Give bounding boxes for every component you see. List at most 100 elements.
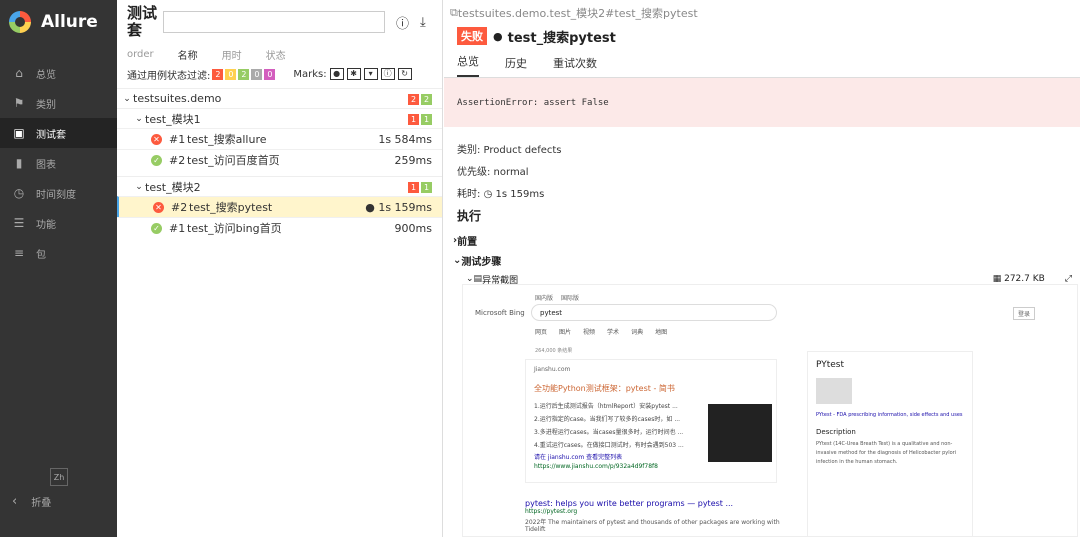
setup-section[interactable]: › 前置	[444, 230, 1080, 250]
duration-value: 1s 159ms	[495, 189, 545, 200]
passed-count: 1	[421, 182, 432, 193]
bing-nav-item: 学术	[607, 329, 620, 336]
case-name: test_访问百度首页	[187, 154, 280, 167]
filter-failed-toggle[interactable]: 2	[212, 68, 224, 80]
sidebar-item-overview[interactable]: ⌂ 总览	[0, 58, 117, 88]
bing-result-count: 264,000 条结果	[535, 348, 573, 354]
bing-region-tabs: 国内版 国际版	[535, 293, 587, 302]
sidebar-item-graphs[interactable]: ▮ 图表	[0, 148, 117, 178]
collapse-button[interactable]: ‹ 折叠	[12, 494, 51, 509]
sidebar-item-label: 总览	[36, 69, 56, 81]
sidebar-item-behaviors[interactable]: ☰ 功能	[0, 208, 117, 238]
bomb-icon: ●	[365, 200, 379, 214]
result-lines: 1.运行后生成测试报告（htmlReport）安装pytest ... 2.运行…	[534, 400, 704, 452]
retries-icon[interactable]: ↻	[397, 68, 412, 80]
tab-overview[interactable]: 总览	[457, 53, 479, 77]
result-line: 4.重试运行cases。在做接口测试时，有时会遇到503 ...	[534, 442, 684, 449]
copy-icon[interactable]: ⧉	[450, 6, 458, 20]
sidebar: Allure ⌂ 总览 ⚑ 类别 ▣ 测试套 ▮ 图表 ◷ 时间刻度 ☰ 功能 ≡ 包 Zh …	[0, 0, 117, 537]
case-number: #1	[169, 221, 186, 235]
test-case-row[interactable]: ✓ #2 test_访问百度首页 259ms	[117, 149, 442, 170]
sort-duration[interactable]: 用时	[222, 47, 242, 62]
suite-group[interactable]: ⌄ test_模块1 11	[117, 108, 442, 128]
search-input[interactable]	[163, 11, 385, 33]
info-icon[interactable]: ⓘ	[396, 13, 409, 32]
flag-icon: ⚑	[13, 96, 25, 110]
suites-header: 测试套 ⓘ ⤓	[117, 0, 442, 44]
test-case-row[interactable]: ✓ #1 test_访问bing首页 900ms	[117, 217, 442, 238]
new-failed-icon[interactable]: ▾	[363, 68, 378, 80]
language-button[interactable]: Zh	[50, 468, 68, 486]
bomb-icon[interactable]: ●	[329, 68, 344, 80]
suites-panel: 测试套 ⓘ ⤓ order 名称 用时 状态 通过用例状态过滤: 2 0 2 0…	[117, 0, 443, 537]
sidebar-item-packages[interactable]: ≡ 包	[0, 238, 117, 268]
allure-report: Allure ⌂ 总览 ⚑ 类别 ▣ 测试套 ▮ 图表 ◷ 时间刻度 ☰ 功能 ≡ 包 Zh …	[0, 0, 1080, 537]
filter-skipped-toggle[interactable]: 0	[251, 68, 263, 80]
flaky-icon[interactable]: ✱	[346, 68, 361, 80]
case-duration-value: 1s 159ms	[378, 200, 432, 214]
sidebar-item-categories[interactable]: ⚑ 类别	[0, 88, 117, 118]
tab-retries[interactable]: 重试次数	[553, 55, 597, 77]
sort-order[interactable]: order	[127, 49, 154, 60]
new-passed-icon[interactable]: ⓘ	[380, 68, 395, 80]
passed-count: 1	[421, 114, 432, 125]
suite-root[interactable]: ⌄ testsuites.demo 22	[117, 88, 442, 108]
case-name: test_搜索pytest	[189, 201, 273, 214]
marks-filter: Marks: ● ✱ ▾ ⓘ ↻	[293, 68, 412, 80]
test-case-row-selected[interactable]: ✕ #2 test_搜索pytest ● 1s 159ms	[117, 196, 442, 217]
execution-heading: 执行	[457, 209, 482, 223]
sidebar-item-label: 类别	[36, 99, 56, 111]
sort-status[interactable]: 状态	[266, 47, 286, 62]
filter-row: 通过用例状态过滤: 2 0 2 0 0 Marks: ● ✱ ▾ ⓘ ↻	[117, 64, 442, 84]
test-title-bar: 失败 ● test_搜索pytest	[444, 26, 1080, 46]
breadcrumb-text: testsuites.demo.test_模块2#test_搜索pytest	[457, 7, 698, 20]
bar-chart-icon: ▮	[15, 156, 23, 170]
filter-unknown-toggle[interactable]: 0	[264, 68, 276, 80]
app-logo[interactable]: Allure	[0, 0, 117, 44]
tab-history[interactable]: 历史	[505, 55, 527, 77]
filter-passed-toggle[interactable]: 2	[238, 68, 250, 80]
kg-title: PYtest	[816, 360, 845, 370]
detail-tabs: 总览 历史 重试次数	[444, 50, 1080, 78]
case-number: #2	[171, 200, 188, 214]
result-line: 3.多进程运行cases。当cases量很多时，运行时间也 ...	[534, 429, 684, 436]
marks-label: Marks:	[293, 68, 327, 80]
breadcrumb: ⧉ testsuites.demo.test_模块2#test_搜索pytest	[444, 0, 1080, 26]
failed-status-icon: ✕	[151, 133, 162, 145]
fullscreen-icon[interactable]: ⤢	[1065, 274, 1072, 284]
result-title: pytest: helps you write better programs …	[525, 499, 734, 508]
result-thumbnail	[708, 404, 772, 462]
home-icon: ⌂	[15, 66, 23, 80]
attachment-size: ▦ 272.7 KB	[993, 274, 1045, 284]
kg-desc-heading: Description	[816, 428, 856, 436]
briefcase-icon: ▣	[13, 126, 25, 140]
bing-nav-item: 词典	[631, 329, 644, 336]
sort-row: order 名称 用时 状态	[117, 44, 442, 64]
sidebar-item-suites[interactable]: ▣ 测试套	[0, 118, 117, 148]
attachment-screenshot: 国内版 国际版 Microsoft Bing pytest 登录 网页 图片 视频 学术…	[462, 284, 1078, 537]
kg-images	[816, 378, 964, 404]
align-left-icon: ≡	[13, 246, 25, 260]
result-line: 1.运行后生成测试报告（htmlReport）安装pytest ...	[534, 403, 678, 410]
result-url: https://pytest.org	[525, 508, 578, 515]
failed-count: 1	[408, 114, 419, 125]
sidebar-item-timeline[interactable]: ◷ 时间刻度	[0, 178, 117, 208]
bing-nav-item: 网页	[535, 329, 548, 336]
save-icon[interactable]: ▦	[993, 274, 1004, 284]
result-title: 全功能Python测试框架：pytest - 简书	[534, 384, 675, 393]
collapse-label: 折叠	[31, 498, 52, 509]
steps-section[interactable]: ⌄ 测试步骤	[444, 250, 1080, 270]
filter-broken-toggle[interactable]: 0	[225, 68, 237, 80]
test-title: test_搜索pytest	[507, 30, 616, 46]
test-case-row[interactable]: ✕ #1 test_搜索allure 1s 584ms	[117, 128, 442, 149]
case-duration: 259ms	[394, 153, 432, 167]
chevron-down-icon: ⌄	[123, 93, 131, 104]
case-duration: ● 1s 159ms	[365, 201, 432, 214]
clock-icon: ◷	[483, 189, 493, 200]
allure-logo-icon	[9, 11, 31, 33]
sort-name[interactable]: 名称	[178, 47, 198, 62]
download-icon[interactable]: ⤓	[420, 15, 426, 30]
error-message: AssertionError: assert False	[444, 78, 1080, 127]
category: 类别: Product defects	[457, 145, 562, 156]
suite-group[interactable]: ⌄ test_模块2 11	[117, 176, 442, 196]
